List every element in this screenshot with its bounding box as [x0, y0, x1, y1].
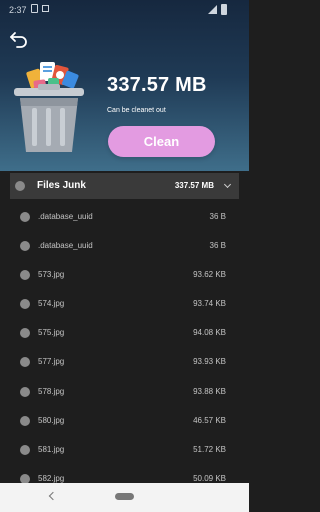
list-item[interactable]: 577.jpg 93.93 KB — [10, 347, 239, 376]
item-checkbox[interactable] — [20, 387, 30, 397]
battery-icon — [221, 4, 227, 15]
status-time: 2:37 — [9, 5, 27, 15]
status-bar: 2:37 — [0, 0, 249, 20]
system-nav-bar — [0, 483, 249, 512]
file-name: 575.jpg — [38, 328, 65, 337]
file-size: 93.74 KB — [193, 299, 226, 308]
notification-icon — [42, 5, 49, 12]
list-item[interactable]: 575.jpg 94.08 KB — [10, 318, 239, 347]
file-name: 574.jpg — [38, 299, 65, 308]
junk-file-list: Files Junk 337.57 MB .database_uuid 36 B… — [0, 171, 249, 483]
item-checkbox[interactable] — [20, 299, 30, 309]
list-item[interactable]: 578.jpg 93.88 KB — [10, 377, 239, 406]
file-name: 578.jpg — [38, 387, 65, 396]
clean-button[interactable]: Clean — [108, 126, 215, 157]
file-name: 581.jpg — [38, 445, 65, 454]
item-checkbox[interactable] — [20, 328, 30, 338]
file-name: 582.jpg — [38, 474, 65, 483]
file-size: 46.57 KB — [193, 416, 226, 425]
nav-back-icon[interactable] — [48, 491, 58, 501]
item-checkbox[interactable] — [20, 445, 30, 455]
list-item[interactable]: 573.jpg 93.62 KB — [10, 260, 239, 289]
file-name: 577.jpg — [38, 357, 65, 366]
header: 2:37 337.57 MB Can be cleanet out Clean — [0, 0, 249, 171]
group-checkbox[interactable] — [15, 181, 25, 191]
item-checkbox[interactable] — [20, 474, 30, 483]
back-arrow-icon — [10, 32, 27, 48]
sim-icon — [31, 4, 38, 13]
file-size: 51.72 KB — [193, 445, 226, 454]
item-checkbox[interactable] — [20, 270, 30, 280]
cleanable-label: Can be cleanet out — [107, 107, 166, 114]
item-checkbox[interactable] — [20, 416, 30, 426]
back-button[interactable] — [8, 28, 30, 50]
group-title: Files Junk — [37, 180, 86, 191]
file-name: .database_uuid — [38, 241, 93, 250]
file-size: 36 B — [209, 212, 226, 221]
list-item[interactable]: 574.jpg 93.74 KB — [10, 289, 239, 318]
list-item[interactable]: .database_uuid 36 B — [10, 202, 239, 231]
file-size: 94.08 KB — [193, 328, 226, 337]
junk-size-value: 337.57 MB — [107, 74, 207, 96]
file-name: .database_uuid — [38, 212, 93, 221]
file-size: 50.09 KB — [193, 474, 226, 483]
list-item[interactable]: 580.jpg 46.57 KB — [10, 406, 239, 435]
group-size: 337.57 MB — [174, 181, 214, 190]
file-size: 93.88 KB — [193, 387, 226, 396]
list-item[interactable]: 582.jpg 50.09 KB — [10, 464, 239, 483]
item-checkbox[interactable] — [20, 357, 30, 367]
signal-icon — [208, 5, 217, 14]
nav-home-pill[interactable] — [115, 493, 134, 500]
chevron-down-icon[interactable] — [223, 180, 232, 189]
file-size: 93.62 KB — [193, 270, 226, 279]
file-name: 580.jpg — [38, 416, 65, 425]
file-size: 36 B — [209, 241, 226, 250]
files-junk-group-header[interactable]: Files Junk 337.57 MB — [10, 173, 239, 199]
list-item[interactable]: 581.jpg 51.72 KB — [10, 435, 239, 464]
file-size: 93.93 KB — [193, 357, 226, 366]
trash-can-icon — [14, 62, 84, 152]
file-name: 573.jpg — [38, 270, 65, 279]
item-checkbox[interactable] — [20, 212, 30, 222]
item-checkbox[interactable] — [20, 241, 30, 251]
list-item[interactable]: .database_uuid 36 B — [10, 231, 239, 260]
